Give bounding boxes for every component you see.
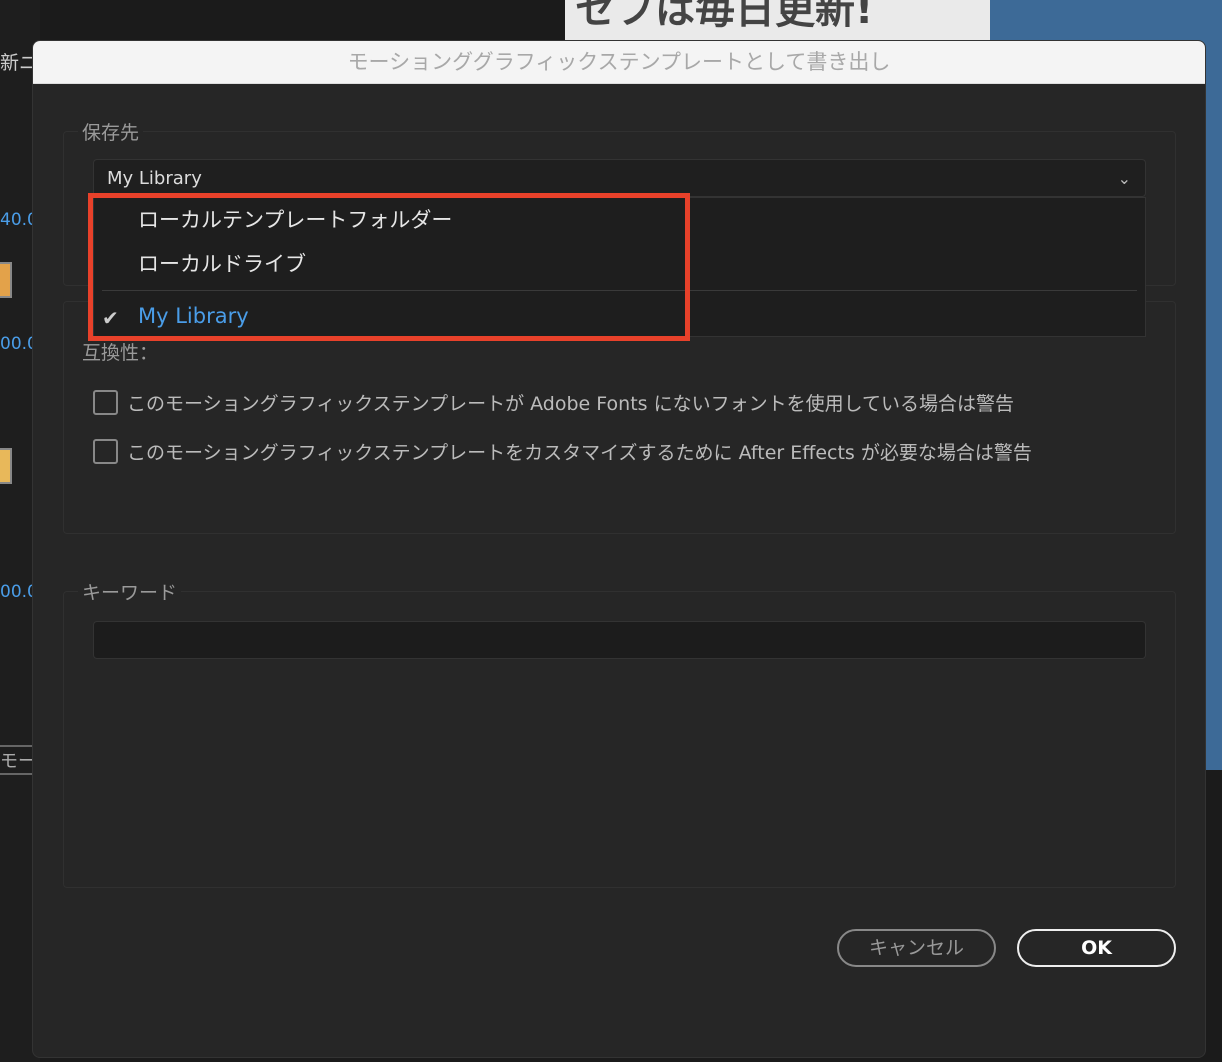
bg-text: モー [0,745,36,775]
checkbox-icon[interactable] [93,390,118,415]
color-swatch [0,262,12,298]
after-effects-warning-checkbox[interactable]: このモーショングラフィックステンプレートをカスタマイズするために After E… [93,438,1032,465]
checkbox-icon[interactable] [93,439,118,464]
compatibility-label: 互換性： [78,338,163,365]
cancel-button[interactable]: キャンセル [837,929,996,967]
fonts-warning-checkbox[interactable]: このモーショングラフィックステンプレートが Adobe Fonts にないフォン… [93,389,1014,416]
destination-label: 保存先 [78,118,144,145]
destination-select[interactable]: My Library ⌄ [93,159,1146,197]
keywords-input[interactable] [93,621,1146,659]
chevron-down-icon: ⌄ [1117,169,1131,188]
selected-value: My Library [107,168,202,189]
dialog-title: モーションググラフィックステンプレートとして書き出し [33,41,1205,84]
keywords-label: キーワード [78,578,182,605]
checkbox-label: このモーショングラフィックステンプレートをカスタマイズするために After E… [127,442,1032,464]
color-swatch [0,448,12,484]
ok-button[interactable]: OK [1017,929,1176,967]
checkbox-label: このモーショングラフィックステンプレートが Adobe Fonts にないフォン… [127,393,1015,415]
highlight-annotation-box [88,193,690,341]
banner: セフは毎日更新! [565,0,990,40]
